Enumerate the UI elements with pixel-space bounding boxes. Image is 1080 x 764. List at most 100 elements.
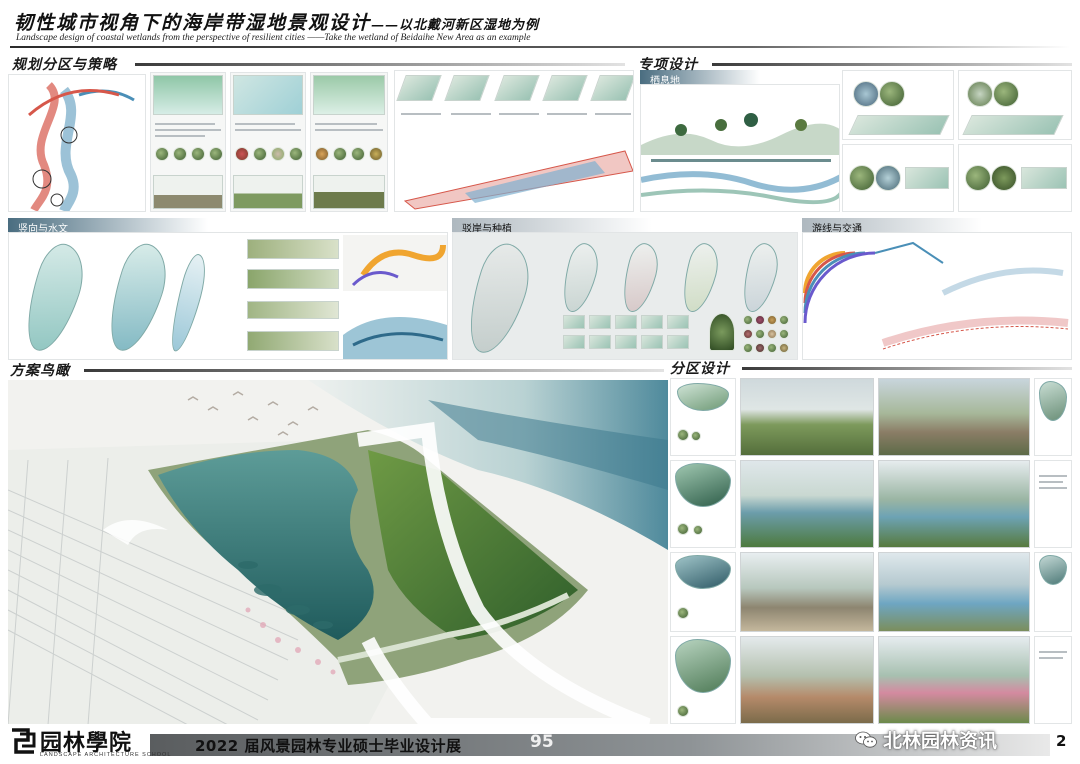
key-text-line: [1039, 487, 1067, 489]
watermark-text: 北林园林资讯: [883, 730, 998, 752]
axon-diagram: [962, 115, 1064, 135]
district-map: [675, 463, 731, 507]
header-rule: [10, 46, 1070, 48]
district-map: [677, 383, 729, 411]
circulation-svg: [803, 241, 1069, 350]
section-zoning-bar: [135, 63, 625, 66]
district-key-2: [1034, 460, 1072, 548]
strategy-diagram-1: [153, 75, 223, 115]
diagram-text-line: [451, 113, 491, 115]
habitat-detail-4: [958, 144, 1072, 212]
district-map: [675, 555, 731, 589]
revetment-planting-panel: [452, 232, 798, 360]
habitat-detail-3: [842, 144, 954, 212]
section-diagram: [247, 269, 339, 289]
section-zoning-label: 规划分区与策略: [12, 57, 117, 73]
render-pond: [878, 552, 1030, 632]
section-sketch: [313, 175, 385, 209]
key-text-line: [1039, 657, 1063, 659]
habitat-section-svg: [641, 113, 839, 205]
habitat-photo-circle: [853, 81, 879, 107]
render-promenade: [740, 552, 874, 632]
render-flower-marsh: [878, 636, 1030, 724]
plant-swatch-icon: [779, 329, 789, 339]
hydrology-map: [98, 238, 176, 358]
aerial-view-svg: [8, 380, 668, 725]
section-diagram: [247, 239, 339, 259]
plant-swatch-icon: [767, 329, 777, 339]
plant-sample-icon: [271, 147, 285, 161]
strategy-diagram-3: [313, 75, 385, 115]
plant-sample-icon: [235, 147, 249, 161]
strategy-panel-1: [150, 72, 226, 212]
tree-icon: [677, 705, 689, 717]
habitat-section: [640, 84, 840, 212]
axon-diagram: [396, 75, 442, 101]
poster-title: 韧性城市视角下的海岸带湿地景观设计——以北戴河新区湿地为例: [14, 8, 539, 35]
plant-swatch-icon: [767, 343, 777, 353]
axon-diagram: [494, 75, 540, 101]
tree-icon: [677, 429, 689, 441]
plant-sample-icon: [253, 147, 267, 161]
plant-sample-icon: [173, 147, 187, 161]
planting-map-small: [616, 240, 664, 316]
habitat-photo-circle: [849, 165, 875, 191]
planting-map-small: [556, 240, 604, 316]
strategy-text-line: [155, 135, 205, 137]
render-boardwalk: [878, 378, 1030, 456]
revetment-block: [563, 315, 585, 329]
district-key-3: [1034, 552, 1072, 632]
plant-swatch-icon: [755, 343, 765, 353]
section-sketch: [233, 175, 303, 209]
revetment-block: [589, 335, 611, 349]
poster-footer: 园林學院 LANDSCAPE ARCHITECTURE SCHOOL 2022 …: [0, 724, 1080, 764]
planting-map-small: [736, 240, 784, 316]
water-system-svg: [343, 235, 447, 359]
tree-icon: [691, 431, 701, 441]
diagram-text-line: [547, 113, 587, 115]
habitat-photo-circle: [991, 165, 1017, 191]
strategy-text-line: [235, 123, 295, 125]
plant-sample-icon: [191, 147, 205, 161]
page-number: 95: [530, 732, 554, 752]
axon-diagram: [444, 75, 490, 101]
key-map: [1039, 381, 1067, 421]
planting-map: [456, 238, 540, 359]
render-reed-marsh: [740, 636, 874, 724]
strategy-text-line: [235, 129, 301, 131]
axon-diagram: [848, 115, 950, 135]
district-key-4: [1034, 636, 1072, 724]
strategy-text-line: [155, 123, 215, 125]
section-district-bar: [742, 367, 1072, 370]
planting-map-small: [676, 240, 724, 316]
habitat-photo-circle: [875, 165, 901, 191]
axon-diagram: [1021, 167, 1067, 189]
district-key-1: [1034, 378, 1072, 456]
aerial-view: [8, 380, 668, 725]
habitat-photo-circle: [967, 81, 993, 107]
plant-sample-icon: [369, 147, 383, 161]
strategy-text-line: [315, 129, 383, 131]
diagram-text-line: [499, 113, 539, 115]
diagram-text-line: [401, 113, 441, 115]
plant-swatch-icon: [755, 315, 765, 325]
revetment-block: [667, 315, 689, 329]
plant-sample-icon: [333, 147, 347, 161]
section-aerial-label: 方案鸟瞰: [10, 363, 70, 379]
tree-icon: [709, 313, 735, 351]
key-text-line: [1039, 475, 1067, 477]
revetment-block: [667, 335, 689, 349]
drainage-map: [164, 251, 212, 355]
plant-sample-icon: [209, 147, 223, 161]
plant-sample-icon: [315, 147, 329, 161]
strategy-text-line: [315, 123, 377, 125]
poster-title-main: 韧性城市视角下的海岸带湿地景观设计: [14, 12, 372, 34]
habitat-photo-circle: [993, 81, 1019, 107]
section-diagram: [247, 331, 339, 351]
school-logo-icon: [12, 728, 36, 754]
elevation-map: [15, 238, 93, 358]
vertical-hydrology-panel: [8, 232, 448, 360]
strategy-text-line: [155, 129, 221, 131]
axon-diagram: [542, 75, 588, 101]
plant-sample-icon: [155, 147, 169, 161]
